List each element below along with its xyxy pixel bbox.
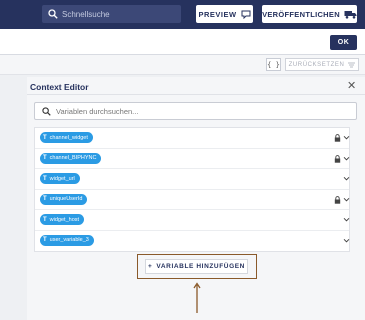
type-text-icon: T [43, 155, 47, 161]
reset-button[interactable]: ZURÜCKSETZEN [285, 58, 359, 71]
chevron-down-icon[interactable] [343, 237, 350, 244]
variable-chip[interactable]: T widget_host [40, 214, 85, 225]
variable-name: channel_BIPHYNC [49, 155, 97, 161]
variable-row[interactable]: T widget_url [35, 169, 350, 190]
variable-name: widget_host [49, 216, 80, 223]
chevron-down-icon[interactable] [343, 134, 350, 141]
search-icon [42, 106, 51, 116]
variable-name: widget_url [49, 175, 75, 182]
variable-name: uniqueUserId [49, 196, 83, 202]
type-text-icon: T [43, 175, 47, 182]
arrow-up-icon [193, 282, 201, 313]
variable-chip[interactable]: T channel_BIPHYNC [40, 152, 102, 164]
variable-row[interactable]: T channel_widget [35, 128, 350, 149]
variable-chip[interactable]: T channel_widget [40, 132, 93, 143]
variable-row[interactable]: T widget_host [35, 210, 350, 231]
chat-icon [241, 10, 251, 19]
variable-list: T channel_widget T channel_BIPHYNC T wid… [34, 127, 350, 252]
plus-icon: + [148, 263, 153, 270]
top-nav-bar: Schnellsuche PREVIEW VERÖFFENTLICHEN [0, 0, 365, 29]
search-icon [48, 9, 58, 19]
variable-row[interactable]: T channel_BIPHYNC [35, 149, 350, 169]
variable-search-input[interactable]: Variablen durchsuchen... [34, 102, 357, 120]
editor-header-band: OK [0, 29, 365, 55]
chevron-down-icon[interactable] [343, 216, 350, 223]
type-text-icon: T [43, 216, 47, 223]
quick-search[interactable]: Schnellsuche [42, 5, 181, 23]
add-variable-button[interactable]: + VARIABLE HINZUFÜGEN [145, 259, 248, 274]
preview-label: PREVIEW [198, 9, 237, 19]
lock-icon [334, 134, 341, 142]
variable-name: user_variable_3 [49, 237, 89, 243]
variable-row[interactable]: T user_variable_3 [35, 231, 350, 252]
variable-row[interactable]: T uniqueUserId [35, 190, 350, 210]
chevron-down-icon[interactable] [343, 196, 350, 203]
type-text-icon: T [43, 237, 47, 243]
editor-toolbar: { } ZURÜCKSETZEN [0, 55, 365, 75]
ok-button[interactable]: OK [330, 35, 357, 50]
type-text-icon: T [43, 196, 47, 202]
variable-chip[interactable]: T widget_url [40, 173, 80, 184]
preview-button[interactable]: PREVIEW [196, 5, 253, 23]
variable-chip[interactable]: T user_variable_3 [40, 234, 94, 246]
type-text-icon: T [43, 134, 47, 141]
chevron-down-icon[interactable] [343, 155, 350, 162]
code-view-button[interactable]: { } [266, 58, 281, 71]
close-icon[interactable]: ✕ [347, 81, 356, 92]
chevron-down-icon[interactable] [343, 175, 350, 182]
panel-divider [27, 94, 365, 95]
panel-title: Context Editor [30, 82, 89, 92]
variable-chip[interactable]: T uniqueUserId [40, 193, 88, 205]
variable-search-placeholder: Variablen durchsuchen... [56, 106, 139, 116]
lock-icon [334, 195, 341, 204]
quick-search-placeholder: Schnellsuche [62, 9, 110, 19]
publish-label: VERÖFFENTLICHEN [262, 9, 340, 19]
add-variable-label: VARIABLE HINZUFÜGEN [156, 263, 245, 270]
publish-button[interactable]: VERÖFFENTLICHEN [262, 5, 357, 23]
reset-label: ZURÜCKSETZEN [288, 61, 345, 68]
filter-lines-icon [348, 62, 356, 67]
lock-icon [334, 154, 341, 163]
variable-name: channel_widget [49, 134, 88, 141]
truck-icon [344, 10, 357, 19]
